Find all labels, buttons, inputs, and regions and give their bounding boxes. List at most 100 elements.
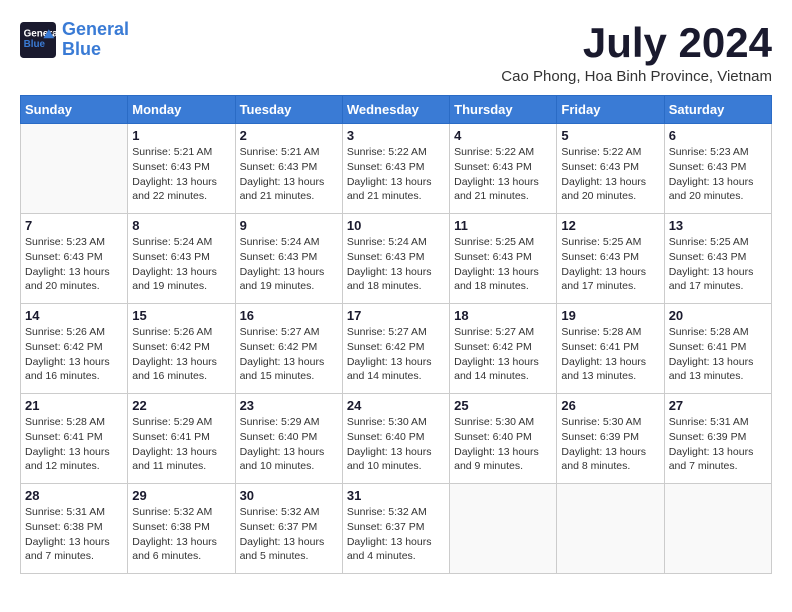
calendar-cell: 9 Sunrise: 5:24 AMSunset: 6:43 PMDaylight… <box>235 214 342 304</box>
day-info: Sunrise: 5:32 AMSunset: 6:38 PMDaylight:… <box>132 505 230 564</box>
day-header-sunday: Sunday <box>21 96 128 124</box>
week-row-2: 7Sunrise: 5:23 AMSunset: 6:43 PMDaylight… <box>21 214 772 304</box>
day-number: 8 <box>132 218 230 233</box>
day-header-wednesday: Wednesday <box>342 96 449 124</box>
day-info: Sunrise: 5:32 AMSunset: 6:37 PMDaylight:… <box>240 505 338 564</box>
calendar-cell: 22Sunrise: 5:29 AMSunset: 6:41 PMDayligh… <box>128 394 235 484</box>
day-info: Sunrise: 5:29 AMSunset: 6:40 PMDaylight:… <box>240 415 338 474</box>
day-number: 29 <box>132 488 230 503</box>
day-info: Sunrise: 5:25 AMSunset: 6:43 PMDaylight:… <box>454 235 552 294</box>
day-number: 18 <box>454 308 552 323</box>
day-number: 23 <box>240 398 338 413</box>
logo: General Blue General Blue <box>20 20 129 60</box>
calendar-cell <box>664 484 771 574</box>
title-block: July 2024 Cao Phong, Hoa Binh Province, … <box>501 20 772 85</box>
calendar-cell: 2 Sunrise: 5:21 AMSunset: 6:43 PMDaylight… <box>235 124 342 214</box>
day-info: Sunrise: 5:28 AMSunset: 6:41 PMDaylight:… <box>561 325 659 384</box>
svg-text:Blue: Blue <box>24 39 46 50</box>
logo-icon: General Blue <box>20 22 56 58</box>
week-row-5: 28Sunrise: 5:31 AMSunset: 6:38 PMDayligh… <box>21 484 772 574</box>
day-number: 31 <box>347 488 445 503</box>
day-number: 13 <box>669 218 767 233</box>
day-info: Sunrise: 5:26 AMSunset: 6:42 PMDaylight:… <box>25 325 123 384</box>
day-info: Sunrise: 5:24 AMSunset: 6:43 PMDaylight:… <box>240 235 338 294</box>
month-year: July 2024 <box>501 20 772 66</box>
calendar-cell: 26 Sunrise: 5:30 AMSunset: 6:39 PMDayligh… <box>557 394 664 484</box>
calendar-cell: 30 Sunrise: 5:32 AMSunset: 6:37 PMDayligh… <box>235 484 342 574</box>
day-header-tuesday: Tuesday <box>235 96 342 124</box>
day-number: 15 <box>132 308 230 323</box>
page-header: General Blue General Blue July 2024 Cao … <box>20 20 772 85</box>
day-info: Sunrise: 5:27 AMSunset: 6:42 PMDaylight:… <box>240 325 338 384</box>
calendar-cell: 31 Sunrise: 5:32 AMSunset: 6:37 PMDayligh… <box>342 484 449 574</box>
calendar-cell: 3Sunrise: 5:22 AMSunset: 6:43 PMDaylight… <box>342 124 449 214</box>
day-number: 26 <box>561 398 659 413</box>
day-number: 7 <box>25 218 123 233</box>
day-info: Sunrise: 5:27 AMSunset: 6:42 PMDaylight:… <box>454 325 552 384</box>
day-number: 10 <box>347 218 445 233</box>
day-info: Sunrise: 5:22 AMSunset: 6:43 PMDaylight:… <box>561 145 659 204</box>
day-info: Sunrise: 5:30 AMSunset: 6:40 PMDaylight:… <box>454 415 552 474</box>
day-number: 11 <box>454 218 552 233</box>
calendar-cell: 24Sunrise: 5:30 AMSunset: 6:40 PMDayligh… <box>342 394 449 484</box>
calendar-cell: 13 Sunrise: 5:25 AMSunset: 6:43 PMDayligh… <box>664 214 771 304</box>
day-info: Sunrise: 5:31 AMSunset: 6:38 PMDaylight:… <box>25 505 123 564</box>
day-number: 24 <box>347 398 445 413</box>
logo-subtext: Blue <box>62 40 129 60</box>
day-info: Sunrise: 5:24 AMSunset: 6:43 PMDaylight:… <box>132 235 230 294</box>
day-number: 30 <box>240 488 338 503</box>
calendar-cell: 21 Sunrise: 5:28 AMSunset: 6:41 PMDayligh… <box>21 394 128 484</box>
day-info: Sunrise: 5:28 AMSunset: 6:41 PMDaylight:… <box>669 325 767 384</box>
week-row-1: 1 Sunrise: 5:21 AMSunset: 6:43 PMDaylight… <box>21 124 772 214</box>
calendar-header-row: SundayMondayTuesdayWednesdayThursdayFrid… <box>21 96 772 124</box>
day-number: 22 <box>132 398 230 413</box>
logo-text: General <box>62 20 129 40</box>
day-info: Sunrise: 5:22 AMSunset: 6:43 PMDaylight:… <box>454 145 552 204</box>
calendar-cell: 16 Sunrise: 5:27 AMSunset: 6:42 PMDayligh… <box>235 304 342 394</box>
day-number: 2 <box>240 128 338 143</box>
day-header-friday: Friday <box>557 96 664 124</box>
day-number: 27 <box>669 398 767 413</box>
day-number: 4 <box>454 128 552 143</box>
calendar-cell <box>450 484 557 574</box>
day-number: 14 <box>25 308 123 323</box>
calendar-table: SundayMondayTuesdayWednesdayThursdayFrid… <box>20 95 772 574</box>
day-number: 3 <box>347 128 445 143</box>
day-info: Sunrise: 5:28 AMSunset: 6:41 PMDaylight:… <box>25 415 123 474</box>
day-info: Sunrise: 5:26 AMSunset: 6:42 PMDaylight:… <box>132 325 230 384</box>
calendar-cell: 10Sunrise: 5:24 AMSunset: 6:43 PMDayligh… <box>342 214 449 304</box>
day-number: 9 <box>240 218 338 233</box>
calendar-cell: 12Sunrise: 5:25 AMSunset: 6:43 PMDayligh… <box>557 214 664 304</box>
calendar-cell: 14 Sunrise: 5:26 AMSunset: 6:42 PMDayligh… <box>21 304 128 394</box>
day-info: Sunrise: 5:27 AMSunset: 6:42 PMDaylight:… <box>347 325 445 384</box>
calendar-cell: 11 Sunrise: 5:25 AMSunset: 6:43 PMDayligh… <box>450 214 557 304</box>
calendar-cell <box>557 484 664 574</box>
calendar-cell: 5Sunrise: 5:22 AMSunset: 6:43 PMDaylight… <box>557 124 664 214</box>
day-info: Sunrise: 5:25 AMSunset: 6:43 PMDaylight:… <box>669 235 767 294</box>
day-info: Sunrise: 5:31 AMSunset: 6:39 PMDaylight:… <box>669 415 767 474</box>
calendar-cell: 29 Sunrise: 5:32 AMSunset: 6:38 PMDayligh… <box>128 484 235 574</box>
calendar-cell: 7Sunrise: 5:23 AMSunset: 6:43 PMDaylight… <box>21 214 128 304</box>
calendar-cell <box>21 124 128 214</box>
day-header-saturday: Saturday <box>664 96 771 124</box>
day-number: 19 <box>561 308 659 323</box>
calendar-cell: 8 Sunrise: 5:24 AMSunset: 6:43 PMDaylight… <box>128 214 235 304</box>
day-number: 16 <box>240 308 338 323</box>
day-number: 20 <box>669 308 767 323</box>
day-header-monday: Monday <box>128 96 235 124</box>
week-row-4: 21 Sunrise: 5:28 AMSunset: 6:41 PMDayligh… <box>21 394 772 484</box>
calendar-cell: 19 Sunrise: 5:28 AMSunset: 6:41 PMDayligh… <box>557 304 664 394</box>
day-number: 21 <box>25 398 123 413</box>
day-info: Sunrise: 5:21 AMSunset: 6:43 PMDaylight:… <box>240 145 338 204</box>
day-info: Sunrise: 5:21 AMSunset: 6:43 PMDaylight:… <box>132 145 230 204</box>
calendar-cell: 25Sunrise: 5:30 AMSunset: 6:40 PMDayligh… <box>450 394 557 484</box>
calendar-cell: 15 Sunrise: 5:26 AMSunset: 6:42 PMDayligh… <box>128 304 235 394</box>
calendar-cell: 1 Sunrise: 5:21 AMSunset: 6:43 PMDaylight… <box>128 124 235 214</box>
calendar-cell: 20 Sunrise: 5:28 AMSunset: 6:41 PMDayligh… <box>664 304 771 394</box>
day-info: Sunrise: 5:32 AMSunset: 6:37 PMDaylight:… <box>347 505 445 564</box>
calendar-cell: 23 Sunrise: 5:29 AMSunset: 6:40 PMDayligh… <box>235 394 342 484</box>
calendar-cell: 4 Sunrise: 5:22 AMSunset: 6:43 PMDaylight… <box>450 124 557 214</box>
day-info: Sunrise: 5:30 AMSunset: 6:39 PMDaylight:… <box>561 415 659 474</box>
day-number: 1 <box>132 128 230 143</box>
location: Cao Phong, Hoa Binh Province, Vietnam <box>501 68 772 85</box>
